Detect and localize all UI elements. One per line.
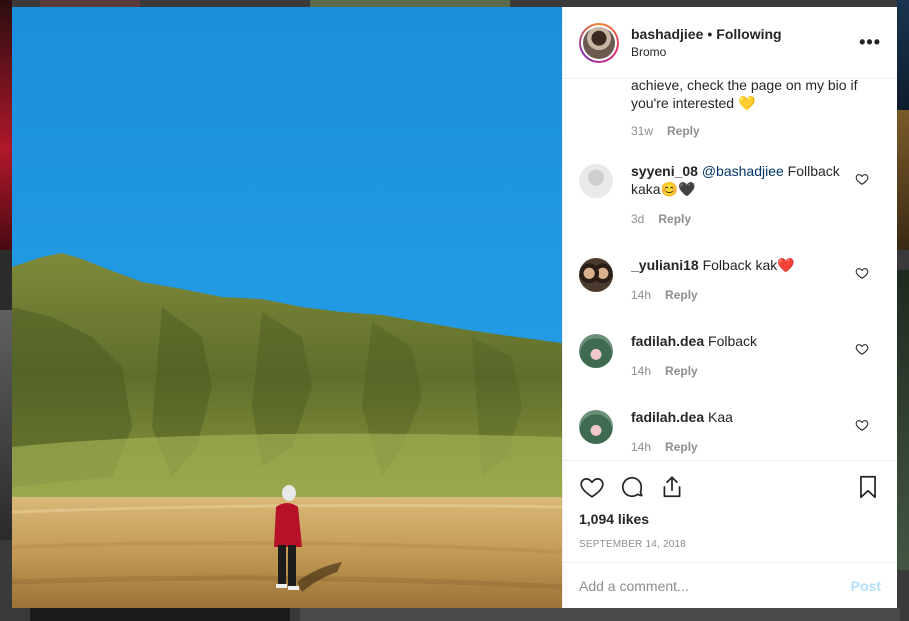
comment-icon[interactable]: [619, 474, 645, 500]
avatar[interactable]: [579, 334, 613, 368]
comment-username[interactable]: _yuliani18: [631, 257, 699, 273]
background-feed-tile: [897, 0, 909, 110]
comment-item: fadilah.dea Kaa 14h Reply: [579, 408, 881, 456]
comment-username[interactable]: fadilah.dea: [631, 409, 704, 425]
username-link[interactable]: bashadjiee: [631, 26, 703, 42]
reply-button[interactable]: Reply: [667, 124, 700, 138]
background-feed-tile: [30, 608, 290, 621]
timestamp: 14h: [631, 364, 652, 378]
comment-item: _yuliani18 Folback kak❤️ 14h Reply: [579, 256, 881, 304]
background-feed-tile: [897, 270, 909, 570]
background-feed-tile: [897, 110, 909, 250]
like-comment-heart-icon[interactable]: [855, 418, 869, 432]
mention-link[interactable]: @bashadjiee: [702, 163, 784, 179]
likes-count[interactable]: 1,094 likes: [579, 511, 881, 527]
comment-username[interactable]: syyeni_08: [631, 163, 698, 179]
comments-list[interactable]: achieve, check the page on my bio if you…: [563, 79, 897, 460]
background-feed-tile: [0, 250, 12, 310]
post-date: SEPTEMBER 14, 2018: [579, 539, 686, 550]
reply-button[interactable]: Reply: [658, 210, 691, 228]
post-actions: 1,094 likes SEPTEMBER 14, 2018: [563, 460, 897, 562]
comment-text: Folback kak❤️: [698, 257, 795, 273]
comment-item: syyeni_08 @bashadjiee Follback kaka😊🖤 3d…: [579, 162, 881, 228]
comment-text: Kaa: [704, 409, 733, 425]
background-feed-tile: [40, 0, 140, 7]
bookmark-icon[interactable]: [855, 474, 881, 500]
avatar[interactable]: [579, 258, 613, 292]
post-header: bashadjiee • Following Bromo •••: [563, 7, 897, 79]
more-options-icon[interactable]: •••: [859, 32, 881, 53]
reply-button[interactable]: Reply: [665, 362, 698, 380]
reply-button[interactable]: Reply: [665, 286, 698, 304]
add-comment-bar: Post: [563, 562, 897, 608]
background-feed-tile: [300, 608, 900, 621]
background-feed-tile: [310, 0, 510, 7]
post-button[interactable]: Post: [851, 578, 881, 594]
post-modal: bashadjiee • Following Bromo ••• achieve, …: [12, 7, 897, 608]
landscape-image: [12, 7, 562, 608]
comment-username[interactable]: fadilah.dea: [631, 333, 704, 349]
timestamp: 14h: [631, 440, 652, 454]
location-link[interactable]: Bromo: [631, 45, 859, 59]
comment-input[interactable]: [579, 577, 851, 594]
background-feed-tile: [0, 0, 12, 250]
timestamp: 14h: [631, 288, 652, 302]
avatar[interactable]: [579, 22, 619, 63]
caption-meta: 31w Reply: [631, 124, 881, 138]
avatar[interactable]: [579, 164, 613, 198]
post-photo[interactable]: [12, 7, 562, 608]
heart-icon[interactable]: [579, 474, 605, 500]
like-comment-heart-icon[interactable]: [855, 266, 869, 280]
reply-button[interactable]: Reply: [665, 438, 698, 456]
comment-text: Folback: [704, 333, 758, 349]
separator-dot: •: [707, 25, 713, 42]
share-icon[interactable]: [659, 474, 685, 500]
like-comment-heart-icon[interactable]: [855, 342, 869, 356]
comment-item: fadilah.dea Folback 14h Reply: [579, 332, 881, 380]
timestamp: 31w: [631, 124, 654, 138]
post-sidebar: bashadjiee • Following Bromo ••• achieve, …: [562, 7, 897, 608]
timestamp: 3d: [631, 212, 645, 226]
avatar[interactable]: [579, 410, 613, 444]
like-comment-heart-icon[interactable]: [855, 172, 869, 186]
follow-status-button[interactable]: Following: [716, 26, 781, 42]
caption-text: achieve, check the page on my bio if you…: [631, 79, 858, 111]
background-feed-tile: [0, 310, 12, 540]
